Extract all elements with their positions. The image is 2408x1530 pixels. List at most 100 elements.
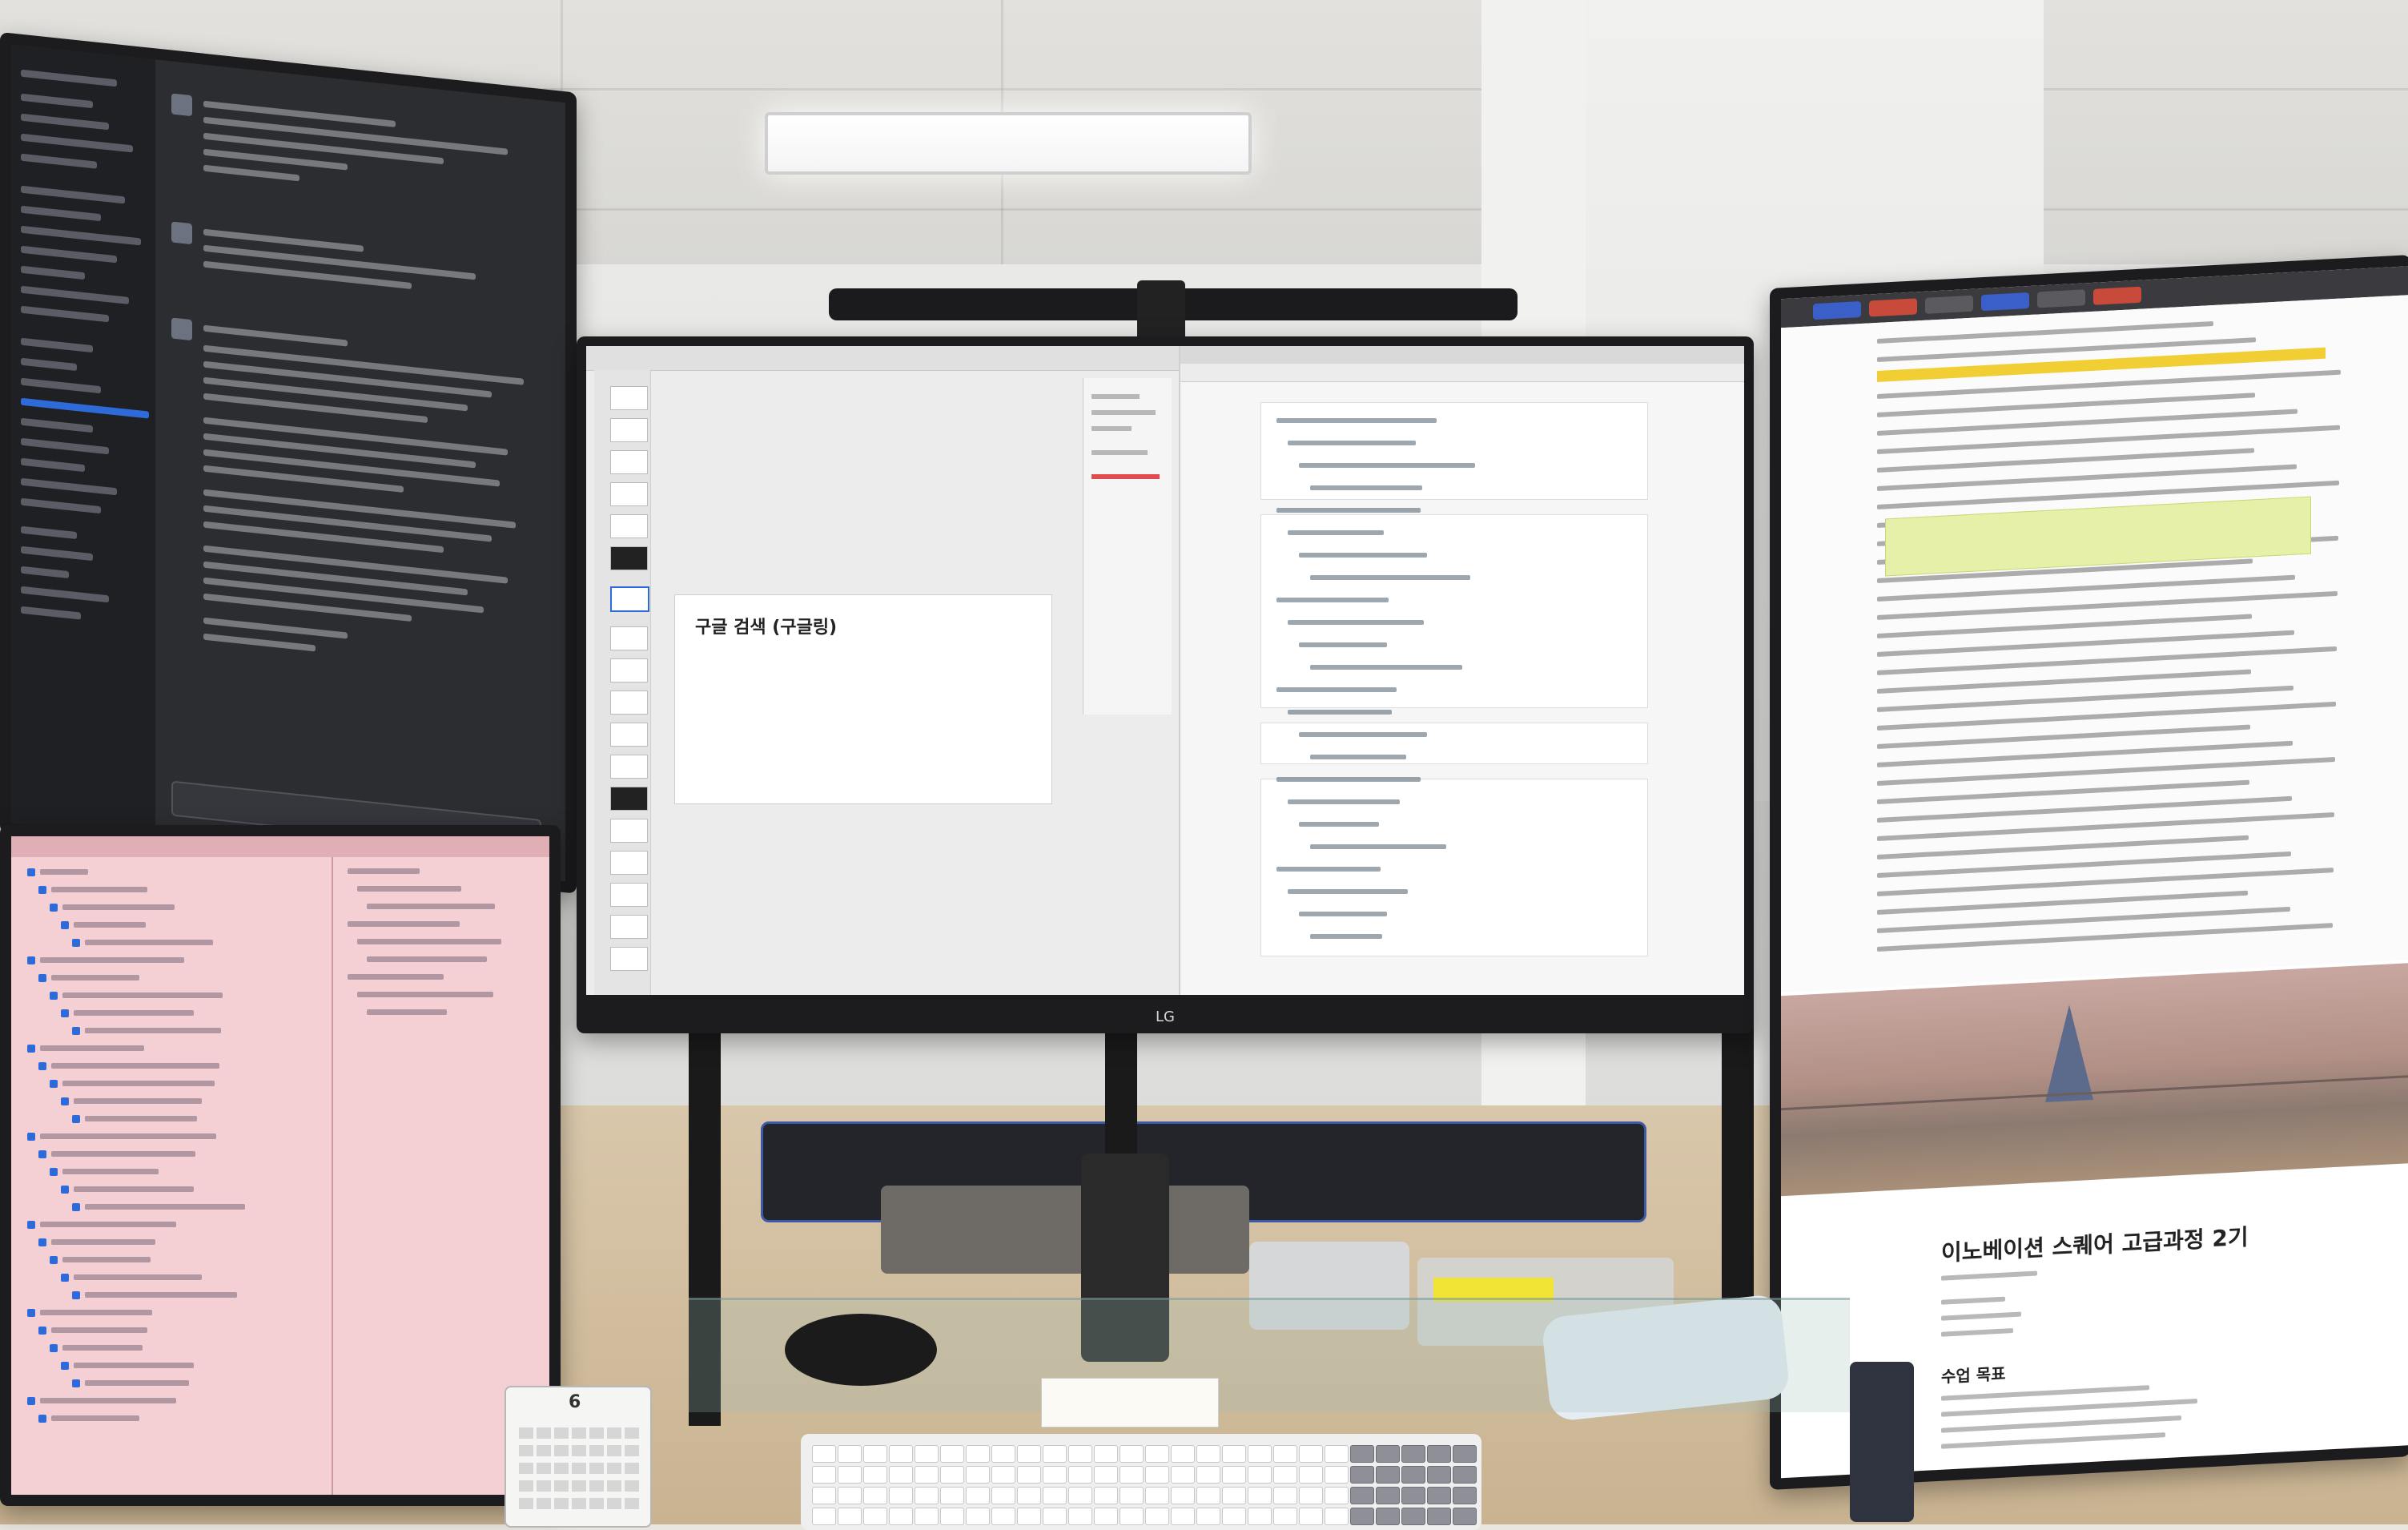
right-screen: 이노베이션 스퀘어 고급과정 2기 수업 목표 [1781,266,2408,1479]
sidebar-item[interactable] [21,133,133,153]
sidebar-item[interactable] [21,417,93,433]
slide-thumbnail[interactable] [610,691,648,715]
calendar-day [572,1445,586,1456]
notebook-app [1179,346,1744,995]
sidebar-item[interactable] [21,437,109,455]
code-line [1310,485,1422,490]
keycap [991,1508,1015,1525]
notebook-toolbar [1180,364,1744,382]
sidebar-item[interactable] [21,586,109,603]
browser-tab[interactable] [1925,295,1973,314]
slide-thumbnail[interactable] [610,418,648,442]
browser-tab[interactable] [2093,286,2141,305]
slide-thumbnail-selected[interactable] [610,586,649,612]
message-line [203,164,299,182]
tree-row [74,922,146,928]
sidebar-item[interactable] [21,153,97,169]
inspector-row[interactable] [1091,426,1132,431]
sidebar-item[interactable] [21,285,129,304]
tree-row [367,904,495,909]
sidebar-item[interactable] [21,205,101,222]
sidebar-item-active[interactable] [21,397,149,419]
calendar-day [589,1463,604,1474]
calendar-day [519,1445,533,1456]
sidebar-item[interactable] [21,477,117,496]
inspector-row[interactable] [1091,474,1160,479]
sidebar-item[interactable] [21,113,109,131]
keycap [1017,1508,1041,1525]
sidebar-item[interactable] [21,457,85,473]
calendar-day [625,1480,639,1492]
sidebar-item[interactable] [21,265,85,280]
sidebar-item[interactable] [21,357,77,372]
calendar-day [537,1445,551,1456]
slide-thumbnail[interactable] [610,514,648,538]
slide-thumbnail[interactable] [610,915,648,939]
code-line [1288,889,1408,894]
code-line [1276,508,1421,513]
code-line [1310,934,1382,939]
slide-thumbnail[interactable] [610,546,648,570]
tree-row [357,886,461,892]
calendar-day [519,1463,533,1474]
slide-thumbnail[interactable] [610,851,648,875]
calendar-day [589,1427,604,1439]
sidebar-item[interactable] [21,606,81,620]
browser-tab[interactable] [1981,292,2029,312]
browser-tab[interactable] [2037,289,2085,308]
sidebar-item[interactable] [21,546,93,562]
calendar-day [572,1427,586,1439]
sidebar-item[interactable] [21,305,109,323]
slide-thumbnail[interactable] [610,723,648,747]
tree-row [74,1363,194,1368]
browser-tab[interactable] [1869,298,1917,317]
code-cell[interactable] [1260,514,1648,708]
sidebar-item[interactable] [21,566,69,579]
inspector-row[interactable] [1091,394,1140,399]
folder-icon [38,1238,46,1246]
tree-row [85,940,213,945]
sidebar-item[interactable] [21,185,125,204]
code-line [1276,418,1437,423]
slide-canvas[interactable]: 구글 검색 (구글링) [674,594,1052,804]
sidebar-item[interactable] [21,377,101,394]
keycap [1196,1466,1220,1484]
browser-tab[interactable] [1813,301,1861,320]
file-tree-screen [11,836,549,1495]
keycap [1120,1508,1144,1525]
sidebar-item[interactable] [21,337,93,353]
slide-thumbnail[interactable] [610,450,648,474]
sidebar-item[interactable] [21,525,77,540]
tree-row [62,1257,151,1262]
slide-thumbnail[interactable] [610,819,648,843]
slide-thumbnail[interactable] [610,755,648,779]
keycap [1299,1487,1323,1504]
code-line [1276,598,1389,602]
tree-row [357,939,501,944]
keycap [991,1445,1015,1463]
sidebar-item[interactable] [21,497,101,514]
sidebar-item[interactable] [21,93,93,109]
calendar-month: 6 [569,1392,581,1412]
slide-thumbnail[interactable] [610,658,648,682]
chat-sidebar [11,44,155,839]
sidebar-item[interactable] [21,245,117,264]
slide-thumbnail[interactable] [610,386,648,410]
keycap [1043,1508,1067,1525]
tree-row [357,992,493,997]
slide-thumbnail[interactable] [610,883,648,907]
inspector-row[interactable] [1091,450,1148,455]
tree-row [40,1398,176,1403]
code-line [1288,710,1392,715]
sidebar-item[interactable] [21,225,141,246]
inspector-row[interactable] [1091,410,1156,415]
slide-thumbnail[interactable] [610,626,648,650]
slide-thumbnail[interactable] [610,787,648,811]
keycap [1145,1466,1169,1484]
tree-row [40,1045,144,1051]
sidebar-item[interactable] [21,69,117,87]
tree-row [62,1169,159,1174]
text-line [1877,320,2213,344]
slide-thumbnail[interactable] [610,947,648,971]
slide-thumbnail[interactable] [610,482,648,506]
